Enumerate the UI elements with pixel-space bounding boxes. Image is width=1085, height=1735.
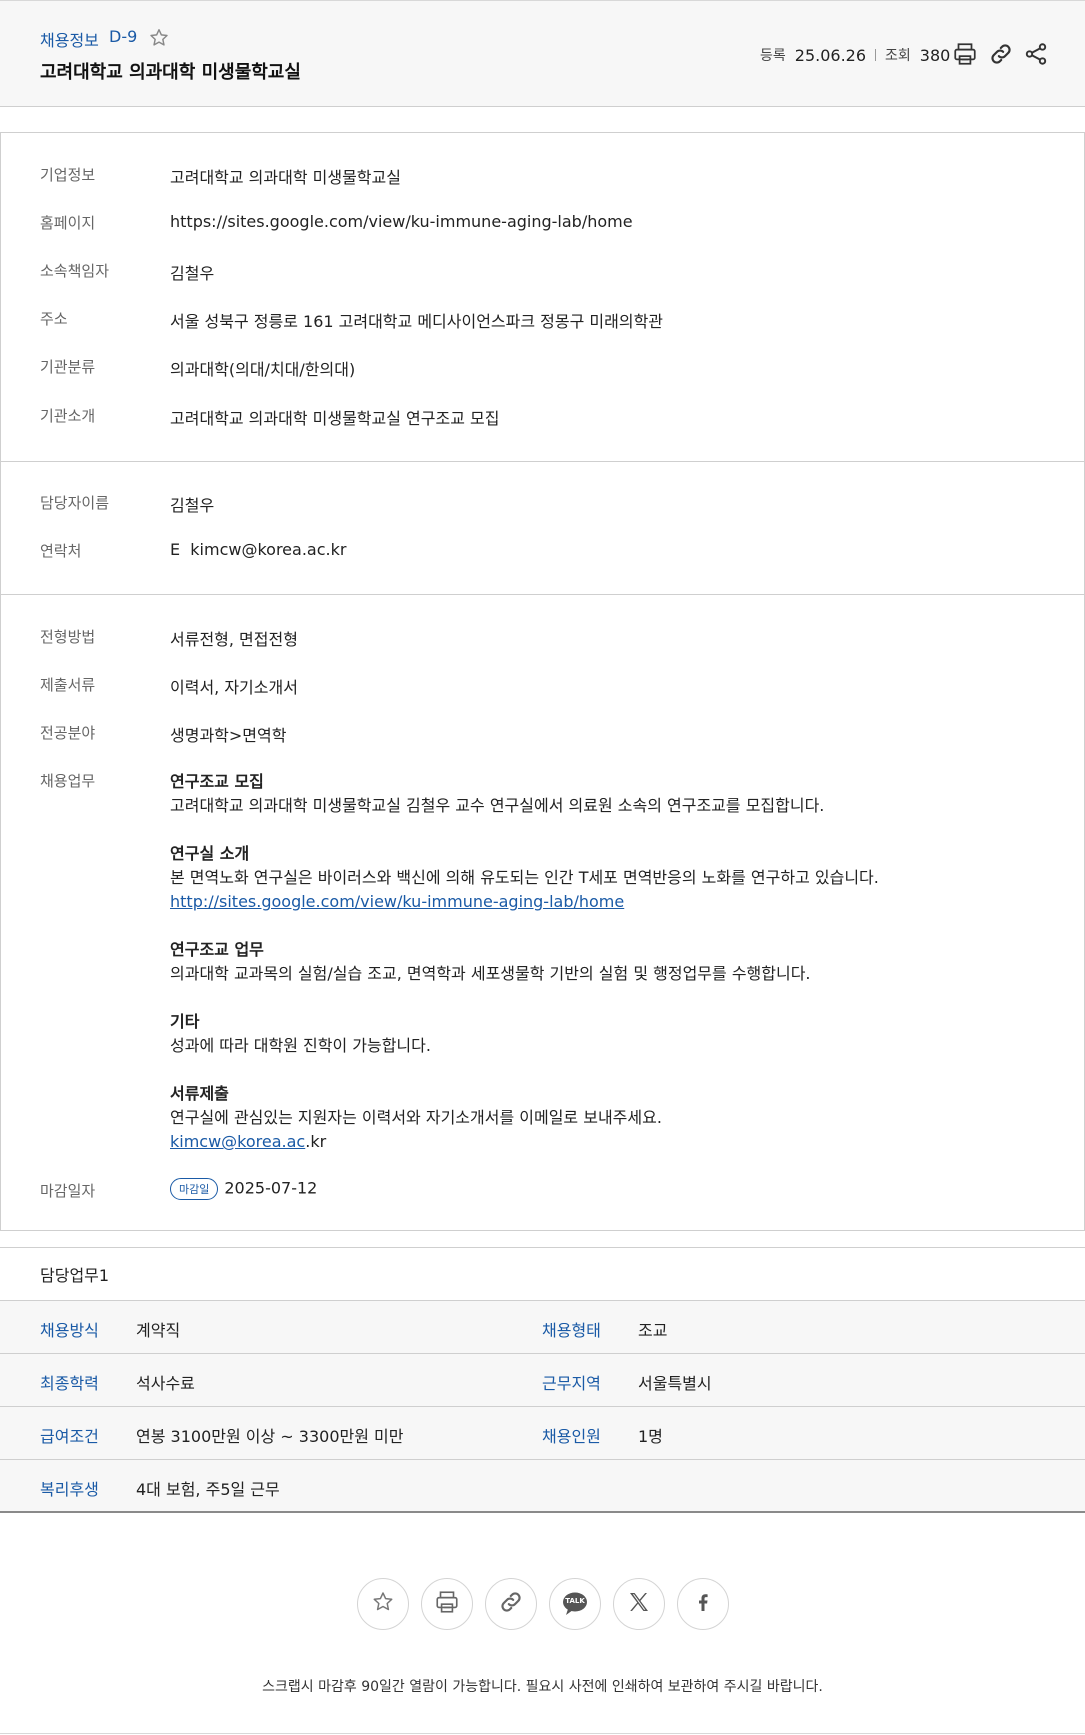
- cond-key: 근무지역: [542, 1374, 601, 1393]
- duty-heading: 연구조교 업무: [170, 940, 264, 959]
- post-meta: 등록 25.06.26 조회 380: [760, 45, 950, 65]
- meta-divider: [875, 49, 877, 61]
- table-row: 채용방식 계약직 채용형태 조교: [0, 1301, 1085, 1354]
- facebook-icon: [691, 1590, 715, 1618]
- duty-text: 의과대학 교과목의 실험/실습 조교, 면역학과 세포생물학 기반의 실험 및 …: [170, 964, 811, 983]
- label-manager: 소속책임자: [40, 262, 110, 280]
- view-count: 380: [919, 45, 951, 65]
- table-row: 복리후생 4대 보험, 주5일 근무: [0, 1460, 1085, 1513]
- print-button[interactable]: [421, 1578, 473, 1630]
- page-title: 고려대학교 의과대학 미생물학교실: [40, 62, 301, 83]
- print-icon[interactable]: [952, 41, 978, 67]
- label-docs: 제출서류: [40, 676, 96, 694]
- cond-key: 최종학력: [40, 1374, 99, 1393]
- label-method: 전형방법: [40, 628, 96, 646]
- duty-heading: 연구실 소개: [170, 844, 250, 863]
- x-icon: [627, 1590, 651, 1618]
- section-divider: [0, 1247, 1085, 1248]
- email-link[interactable]: kimcw@korea.ac: [170, 1132, 305, 1151]
- dday-badge: D-9: [109, 27, 138, 46]
- cond-key: 채용형태: [542, 1321, 601, 1340]
- deadline-badge: 마감일: [170, 1178, 219, 1200]
- email-tail: .kr: [305, 1132, 327, 1151]
- view-label: 조회: [885, 48, 911, 64]
- label-org-type: 기관분류: [40, 358, 96, 376]
- label-homepage: 홈페이지: [40, 214, 96, 232]
- table-row: 급여조건 연봉 3100만원 이상 ~ 3300만원 미만 채용인원 1명: [0, 1407, 1085, 1460]
- value-manager: 김철우: [170, 264, 215, 283]
- deadline-date: 2025-07-12: [224, 1178, 318, 1198]
- duty-heading: 기타: [170, 1012, 200, 1031]
- value-org-intro: 고려대학교 의과대학 미생물학교실 연구조교 모집: [170, 409, 500, 428]
- facebook-share-button[interactable]: [677, 1578, 729, 1630]
- label-contact: 연락처: [40, 542, 82, 560]
- label-org-intro: 기관소개: [40, 407, 96, 425]
- duty-block-title: 담당업무1: [40, 1266, 110, 1285]
- label-address: 주소: [40, 310, 68, 328]
- label-deadline: 마감일자: [40, 1182, 96, 1200]
- value-field: 생명과학>면역학: [170, 726, 287, 745]
- value-contact-name: 김철우: [170, 496, 215, 515]
- share-icon[interactable]: [1023, 41, 1049, 67]
- kakaotalk-icon: TALK: [561, 1591, 589, 1617]
- reg-date: 25.06.26: [794, 45, 867, 65]
- bottom-divider: [0, 1733, 1085, 1734]
- lab-homepage-link[interactable]: http://sites.google.com/view/ku-immune-a…: [170, 890, 1050, 914]
- print-icon: [434, 1589, 460, 1619]
- kakaotalk-share-button[interactable]: TALK: [549, 1578, 601, 1630]
- contact-email[interactable]: kimcw@korea.ac.kr: [190, 540, 346, 559]
- scrap-notice: 스크랩시 마감후 90일간 열람이 가능합니다. 필요시 사전에 인쇄하여 보관…: [262, 1679, 823, 1695]
- value-method: 서류전형, 면접전형: [170, 630, 298, 649]
- cond-value: 연봉 3100만원 이상 ~ 3300만원 미만: [136, 1427, 404, 1446]
- reg-label: 등록: [760, 48, 786, 64]
- cond-value: 조교: [638, 1321, 668, 1340]
- cond-value: 서울특별시: [638, 1374, 712, 1393]
- duty-text: 성과에 따라 대학원 진학이 가능합니다.: [170, 1036, 431, 1055]
- duty-text: 본 면역노화 연구실은 바이러스와 백신에 의해 유도되는 인간 T세포 면역반…: [170, 868, 879, 887]
- link-icon[interactable]: [988, 41, 1014, 67]
- table-row: 최종학력 석사수료 근무지역 서울특별시: [0, 1354, 1085, 1407]
- job-conditions-table: 채용방식 계약직 채용형태 조교 최종학력 석사수료 근무지역 서울특별시 급여…: [0, 1300, 1085, 1513]
- x-share-button[interactable]: [613, 1578, 665, 1630]
- cond-value: 석사수료: [136, 1374, 195, 1393]
- value-org-type: 의과대학(의대/치대/한의대): [170, 360, 356, 379]
- label-duty: 채용업무: [40, 772, 96, 790]
- cond-value: 계약직: [136, 1321, 181, 1340]
- cond-value: 1명: [638, 1427, 663, 1446]
- star-icon: [371, 1590, 395, 1618]
- value-homepage[interactable]: https://sites.google.com/view/ku-immune-…: [170, 212, 633, 231]
- email-line: kimcw@korea.ac.kr: [170, 1130, 1050, 1154]
- duty-heading: 연구조교 모집: [170, 772, 264, 791]
- value-company: 고려대학교 의과대학 미생물학교실: [170, 168, 401, 187]
- cond-value: 4대 보험, 주5일 근무: [136, 1480, 280, 1499]
- link-icon: [498, 1589, 524, 1619]
- cond-key: 급여조건: [40, 1427, 99, 1446]
- duty-description: 연구조교 모집 고려대학교 의과대학 미생물학교실 김철우 교수 연구실에서 의…: [170, 770, 1050, 1154]
- value-address: 서울 성북구 정릉로 161 고려대학교 메디사이언스파크 정몽구 미래의학관: [170, 312, 664, 331]
- scrap-star-icon[interactable]: [148, 27, 170, 49]
- label-contact-name: 담당자이름: [40, 494, 110, 512]
- cond-key: 채용인원: [542, 1427, 601, 1446]
- value-deadline: 마감일 2025-07-12: [170, 1178, 317, 1200]
- cond-key: 복리후생: [40, 1480, 99, 1499]
- value-contact: E kimcw@korea.ac.kr: [170, 540, 346, 559]
- section-divider: [0, 594, 1085, 595]
- cond-key: 채용방식: [40, 1321, 99, 1340]
- scrap-button[interactable]: [357, 1578, 409, 1630]
- value-docs: 이력서, 자기소개서: [170, 678, 298, 697]
- duty-text: 연구실에 관심있는 지원자는 이력서와 자기소개서를 이메일로 보내주세요.: [170, 1108, 662, 1127]
- label-field: 전공분야: [40, 724, 96, 742]
- email-prefix: E: [170, 540, 181, 559]
- page-header: 채용정보 D-9 고려대학교 의과대학 미생물학교실 등록 25.06.26 조…: [0, 0, 1085, 107]
- kakao-talk-label: TALK: [565, 1597, 585, 1605]
- copy-link-button[interactable]: [485, 1578, 537, 1630]
- section-divider: [0, 461, 1085, 462]
- duty-text: 고려대학교 의과대학 미생물학교실 김철우 교수 연구실에서 의료원 소속의 연…: [170, 796, 825, 815]
- duty-heading: 서류제출: [170, 1084, 229, 1103]
- category-link[interactable]: 채용정보: [40, 27, 99, 51]
- label-company: 기업정보: [40, 166, 96, 184]
